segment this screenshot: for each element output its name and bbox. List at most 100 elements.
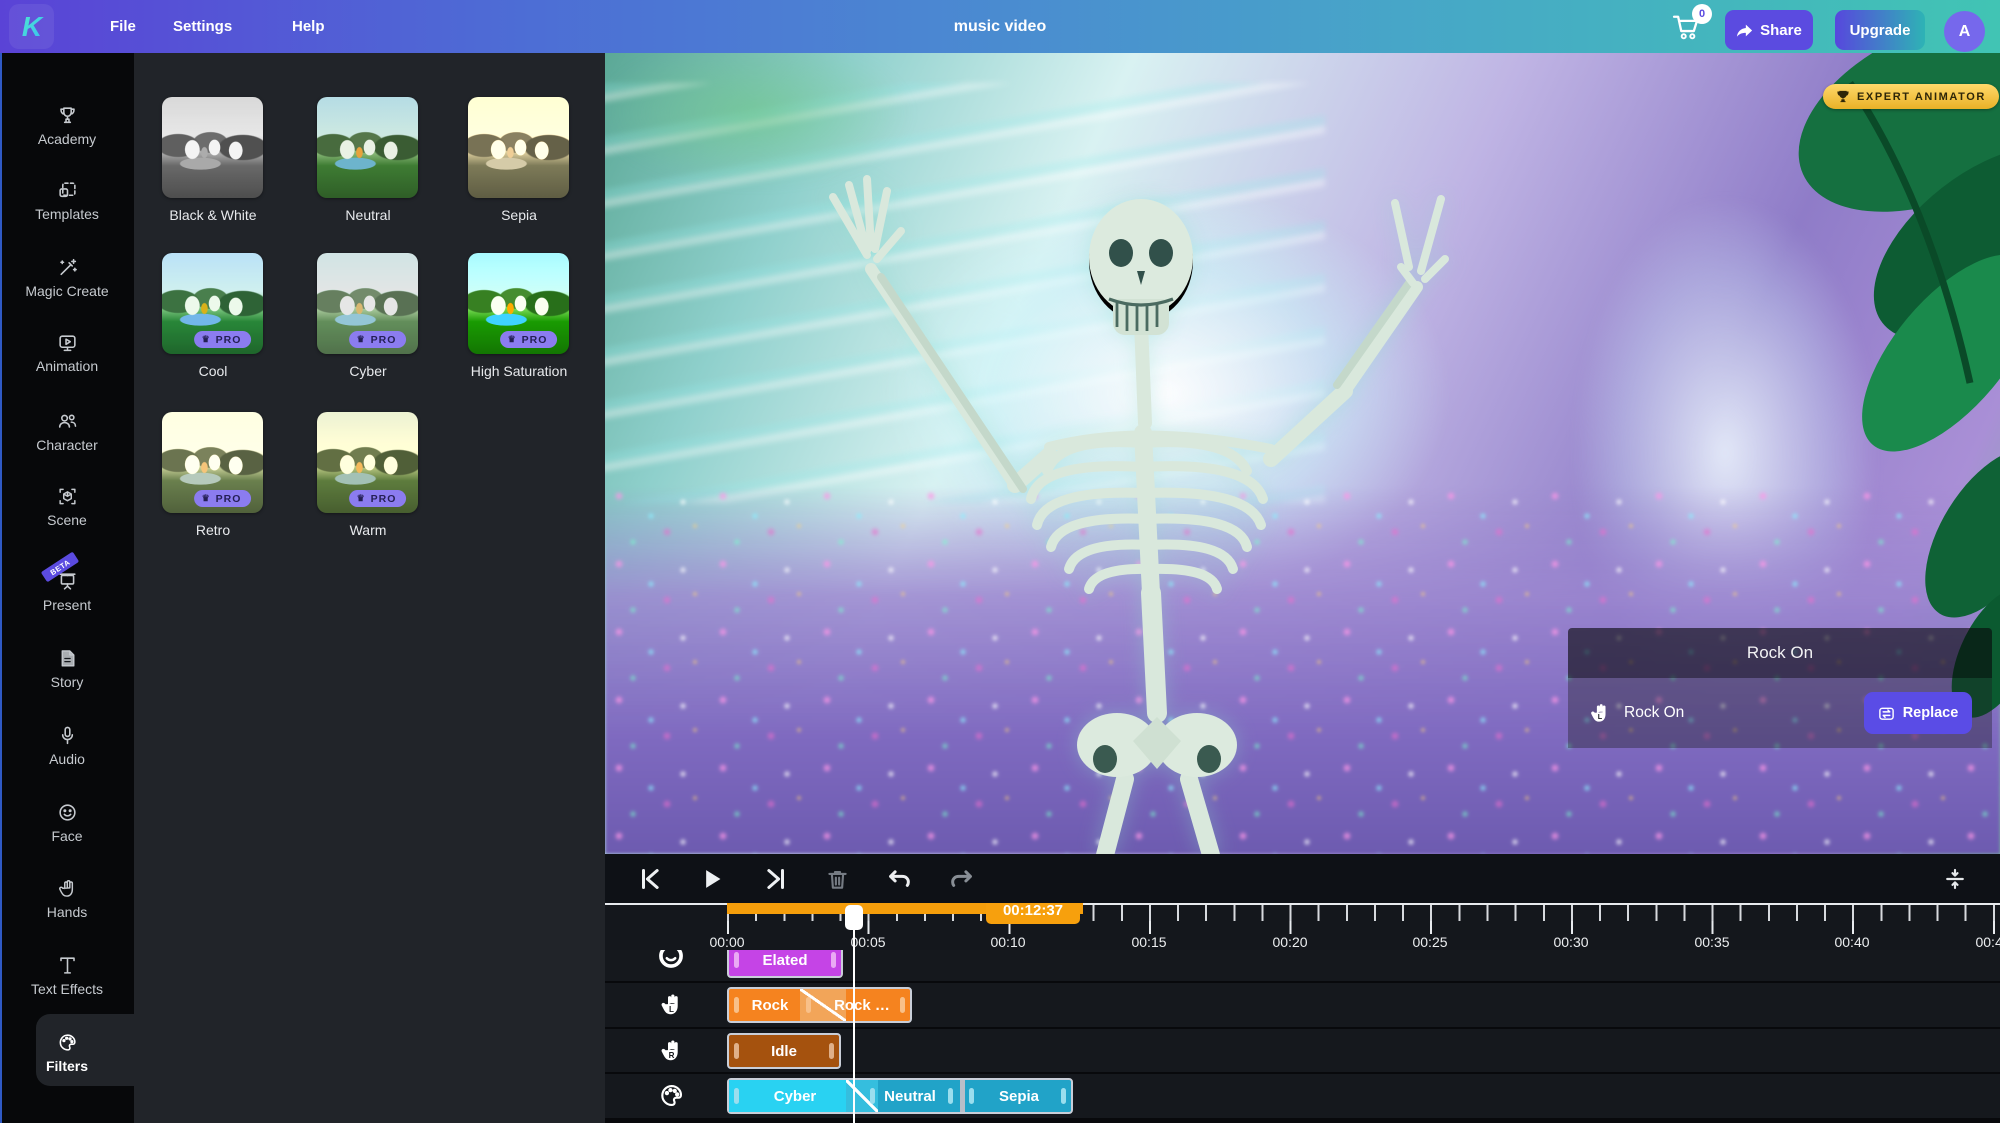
skip-to-start-button[interactable] — [635, 864, 665, 894]
projector-screen-icon: BETA — [57, 571, 78, 592]
avatar[interactable]: A — [1944, 11, 1985, 52]
video-preview: EXPERT ANIMATOR Rock On L Rock On Replac… — [605, 53, 2000, 854]
track-filters: Cyber Neutral Sepia — [605, 1074, 2000, 1118]
track-face: Elated — [605, 950, 2000, 981]
track-hand-right: R Idle — [605, 1029, 2000, 1072]
upgrade-button[interactable]: Upgrade — [1835, 10, 1925, 50]
crown-icon: ♛ — [202, 335, 211, 344]
redo-button[interactable] — [947, 864, 977, 894]
clip-idle[interactable]: Idle — [727, 1033, 841, 1069]
sidebar-item-hands[interactable]: Hands — [0, 869, 134, 929]
sidebar-item-text-effects[interactable]: Text Effects — [0, 946, 134, 1006]
trim-handle[interactable] — [734, 1088, 739, 1104]
svg-text:L: L — [669, 1005, 674, 1014]
scene-cube-icon — [57, 486, 78, 507]
clip-elated[interactable]: Elated — [727, 950, 843, 978]
filter-card-sepia[interactable]: Sepia — [468, 97, 569, 224]
undo-button[interactable] — [884, 864, 914, 894]
filter-card-warm[interactable]: ♛PRO Warm — [317, 412, 418, 539]
text-icon — [57, 955, 78, 976]
sidebar-item-templates[interactable]: Templates — [0, 171, 134, 231]
skip-to-end-icon — [763, 866, 789, 892]
smiley-icon — [57, 802, 78, 823]
sidebar-item-magic-create[interactable]: Magic Create — [0, 248, 134, 308]
filter-card-retro[interactable]: ♛PRO Retro — [162, 412, 263, 539]
hand-right-track-icon: R — [657, 1037, 685, 1064]
trash-icon — [825, 867, 850, 892]
sidebar-item-character[interactable]: Character — [0, 402, 134, 462]
trim-handle[interactable] — [948, 1088, 953, 1104]
trim-handle[interactable] — [734, 997, 739, 1013]
clip-group-filters[interactable]: Cyber Neutral Sepia — [727, 1078, 1073, 1114]
filter-thumbnail[interactable]: ♛PRO — [162, 412, 263, 513]
clip-sepia[interactable]: Sepia — [977, 1080, 1061, 1112]
sidebar-item-story[interactable]: Story — [0, 639, 134, 699]
playhead-handle[interactable] — [845, 905, 863, 930]
sidebar-edge-line — [0, 53, 2, 1123]
collapse-timeline-button[interactable] — [1940, 864, 1970, 894]
clip-rock[interactable]: Rock — [741, 989, 799, 1021]
trim-handle[interactable] — [969, 1088, 974, 1104]
document-icon — [57, 648, 78, 669]
crown-icon: ♛ — [508, 335, 517, 344]
clip-neutral[interactable]: Neutral — [875, 1080, 945, 1112]
redo-icon — [949, 866, 975, 892]
trim-handle[interactable] — [1061, 1088, 1066, 1104]
ruler-label: 00:20 — [1272, 934, 1307, 950]
filter-thumbnail[interactable]: ♛PRO — [317, 412, 418, 513]
filter-card-neutral[interactable]: Neutral — [317, 97, 418, 224]
characters-icon — [57, 411, 78, 432]
palette-icon — [57, 1032, 78, 1053]
clip-rock-2[interactable]: Rock … — [819, 989, 905, 1021]
filter-thumbnail[interactable]: ♛PRO — [317, 253, 418, 354]
filter-thumbnail[interactable]: ♛PRO — [162, 253, 263, 354]
cart-button[interactable]: 0 — [1672, 13, 1708, 45]
clip-divider — [960, 1080, 965, 1112]
filter-thumbnail[interactable] — [162, 97, 263, 198]
playhead-line — [853, 928, 855, 1123]
clip-cyber[interactable]: Cyber — [743, 1080, 847, 1112]
selected-animation-panel: Rock On L Rock On Replace — [1568, 628, 1992, 748]
delete-button[interactable] — [822, 864, 852, 894]
filter-card-high-saturation[interactable]: ♛PRO High Saturation — [468, 253, 569, 380]
filter-thumbnail[interactable]: ♛PRO — [468, 253, 569, 354]
pro-badge: ♛PRO — [194, 331, 252, 348]
ruler-label: 00:05 — [850, 934, 885, 950]
sidebar-item-present[interactable]: BETA Present — [0, 562, 134, 622]
trim-handle[interactable] — [806, 997, 811, 1013]
trophy-icon — [57, 105, 78, 126]
crown-icon: ♛ — [357, 335, 366, 344]
svg-text:L: L — [1598, 712, 1603, 721]
filter-thumbnail[interactable] — [317, 97, 418, 198]
playback-controls — [605, 854, 2000, 903]
filter-thumbnail[interactable] — [468, 97, 569, 198]
top-bar: K File Settings Help music video 0 Share… — [0, 0, 2000, 53]
filter-card-black-white[interactable]: Black & White — [162, 97, 263, 224]
sidebar-item-audio[interactable]: Audio — [0, 716, 134, 776]
share-button[interactable]: Share — [1725, 10, 1813, 50]
face-track-icon — [657, 950, 685, 971]
ruler-label: 00:40 — [1834, 934, 1869, 950]
undo-icon — [886, 866, 912, 892]
timeline-tracks: Elated L Rock Rock … R — [605, 950, 2000, 1123]
play-button[interactable] — [697, 864, 727, 894]
filters-panel: Black & White Neutral Sepia ♛PRO Cool ♛P… — [134, 53, 605, 1123]
sidebar-item-scene[interactable]: Scene — [0, 477, 134, 537]
pro-badge: ♛PRO — [194, 490, 252, 507]
filter-card-cool[interactable]: ♛PRO Cool — [162, 253, 263, 380]
palette-track-icon — [657, 1082, 685, 1109]
timeline-ruler[interactable]: 00:12:37 00:00 00:05 00:10 00:15 00:20 0… — [605, 903, 2000, 950]
animation-screen-icon — [57, 332, 78, 353]
replace-button[interactable]: Replace — [1864, 692, 1972, 734]
animation-item-label: Rock On — [1624, 704, 1852, 722]
sidebar-item-face[interactable]: Face — [0, 793, 134, 853]
trophy-icon — [1836, 90, 1850, 103]
sidebar-item-filters[interactable]: Filters — [0, 1023, 134, 1083]
sidebar-item-animation[interactable]: Animation — [0, 323, 134, 383]
share-icon — [1736, 23, 1753, 38]
sidebar-item-academy[interactable]: Academy — [0, 96, 134, 156]
ruler-label: 00:15 — [1131, 934, 1166, 950]
skip-to-end-button[interactable] — [761, 864, 791, 894]
filter-card-cyber[interactable]: ♛PRO Cyber — [317, 253, 418, 380]
clip-group-rock[interactable]: Rock Rock … — [727, 987, 912, 1023]
